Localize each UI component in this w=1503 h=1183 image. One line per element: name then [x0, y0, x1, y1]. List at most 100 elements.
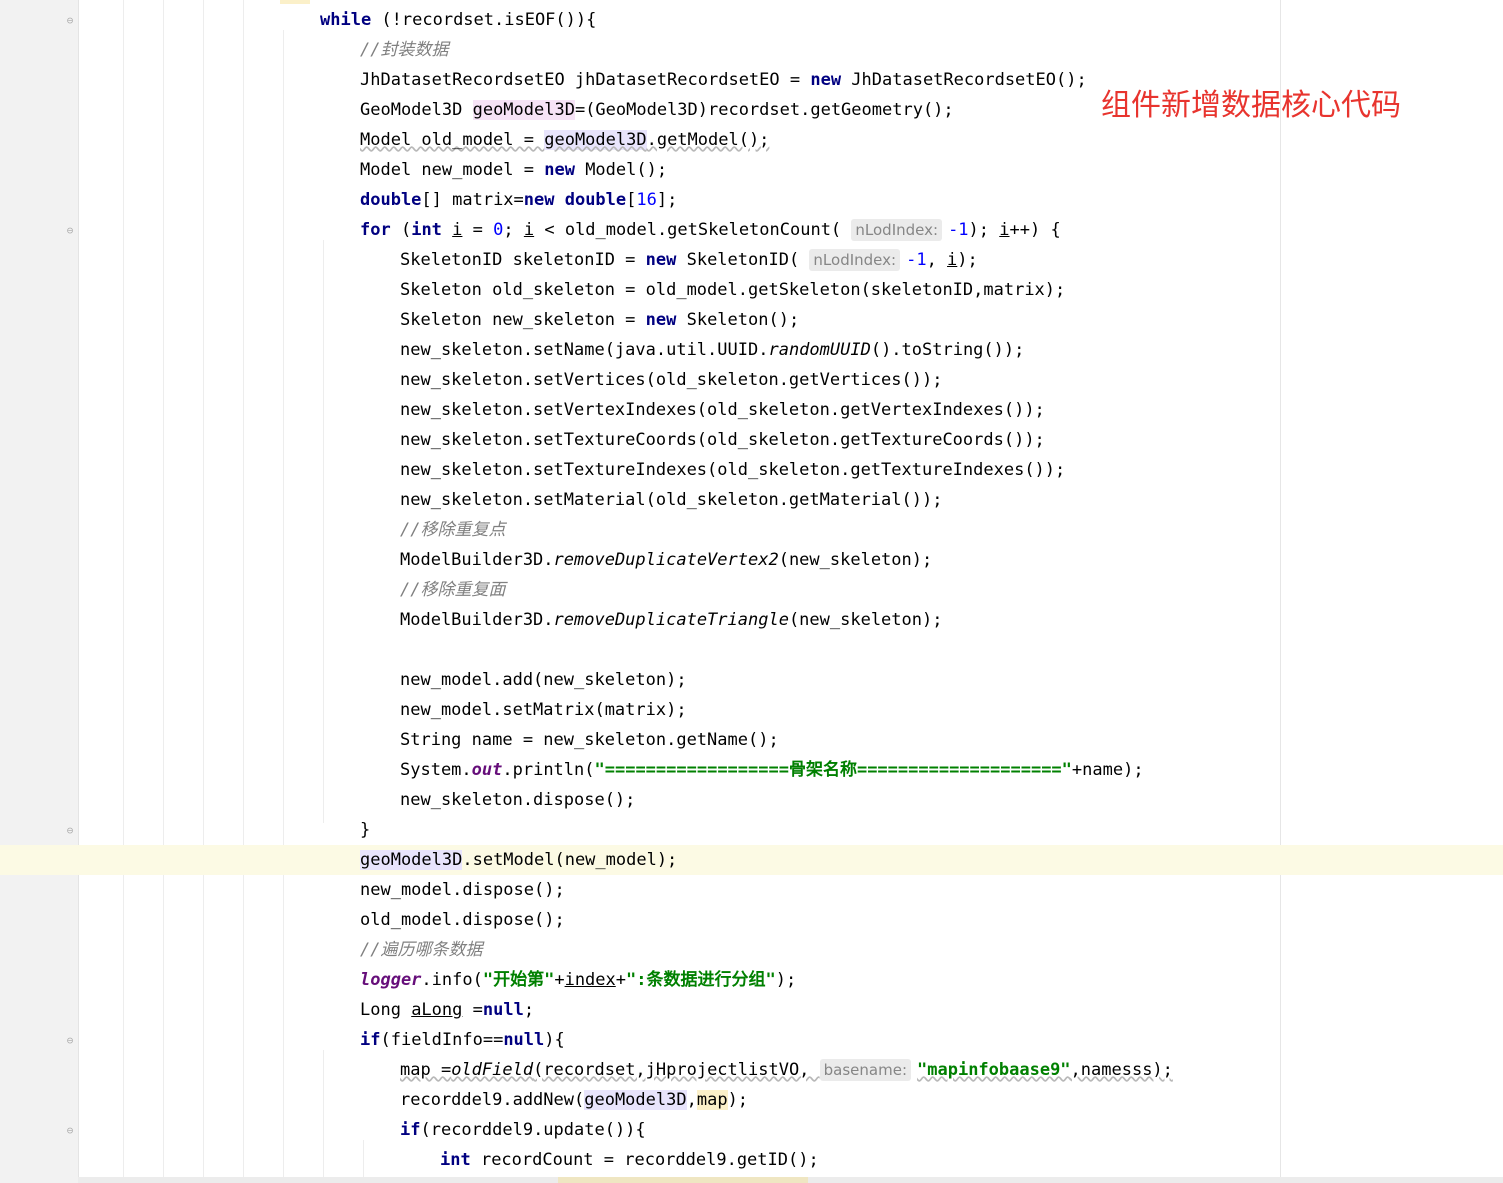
indent-guide	[123, 0, 124, 1183]
code-line[interactable]: //移除重复面	[400, 575, 505, 605]
code-token: );	[968, 220, 1000, 240]
code-token: =	[462, 220, 494, 240]
code-token: -1	[948, 220, 969, 240]
code-token: ,	[686, 1090, 697, 1110]
code-token: new	[810, 70, 842, 90]
indent-guide	[323, 1050, 324, 1183]
code-line[interactable]: ModelBuilder3D.removeDuplicateVertex2(ne…	[400, 545, 932, 575]
code-line[interactable]: new_model.add(new_skeleton);	[400, 665, 687, 695]
code-line[interactable]: //遍历哪条数据	[360, 935, 482, 965]
code-token: "==================骨架名称=================…	[594, 760, 1072, 780]
code-line[interactable]: GeoModel3D geoModel3D=(GeoModel3D)record…	[360, 95, 954, 125]
code-token: removeDuplicateTriangle	[553, 610, 789, 630]
code-token: +	[554, 970, 565, 990]
code-line[interactable]: double[] matrix=new double[16];	[360, 185, 677, 215]
code-line[interactable]: new_model.setMatrix(matrix);	[400, 695, 687, 725]
code-line[interactable]: while (!recordset.isEOF()){	[320, 5, 596, 35]
fold-icon[interactable]: ⊖	[64, 14, 76, 28]
code-line[interactable]: System.out.println("==================骨架…	[400, 755, 1144, 785]
code-line[interactable]: recorddel9.addNew(geoModel3D,map);	[400, 1085, 748, 1115]
code-line[interactable]: }	[360, 815, 370, 845]
code-line[interactable]: new_skeleton.setVertexIndexes(old_skelet…	[400, 395, 1045, 425]
code-line[interactable]: new_skeleton.setName(java.util.UUID.rand…	[400, 335, 1024, 365]
code-token: new_skeleton.setTextureCoords(old_skelet…	[400, 430, 1045, 450]
code-line[interactable]: new_skeleton.setTextureCoords(old_skelet…	[400, 425, 1045, 455]
code-line[interactable]: if(fieldInfo==null){	[360, 1025, 565, 1055]
code-token: int	[411, 220, 442, 240]
code-line[interactable]: Skeleton old_skeleton = old_model.getSke…	[400, 275, 1065, 305]
code-line[interactable]: old_model.dispose();	[360, 905, 565, 935]
indent-guide	[203, 0, 204, 1183]
code-line[interactable]: String name = new_skeleton.getName();	[400, 725, 779, 755]
code-token: new double	[523, 190, 627, 210]
code-token: ().toString());	[870, 340, 1025, 360]
fold-icon[interactable]: ⊖	[64, 1034, 76, 1048]
code-line[interactable]: Model new_model = new Model();	[360, 155, 667, 185]
indent-guide	[243, 0, 244, 1183]
code-line[interactable]: Skeleton new_skeleton = new Skeleton();	[400, 305, 799, 335]
code-line[interactable]: logger.info("开始第"+index+":条数据进行分组");	[360, 965, 796, 995]
code-token: JhDatasetRecordsetEO jhDatasetRecordsetE…	[360, 70, 811, 90]
code-token: geoModel3D	[544, 130, 647, 150]
code-line[interactable]: Long aLong =null;	[360, 995, 534, 1025]
code-line[interactable]: Model old_model = geoModel3D.getModel();	[360, 125, 769, 155]
code-line[interactable]: new_skeleton.setTextureIndexes(old_skele…	[400, 455, 1065, 485]
code-token: ){	[544, 1030, 565, 1050]
code-token: if	[360, 1030, 381, 1050]
code-line[interactable]: new_skeleton.setVertices(old_skeleton.ge…	[400, 365, 942, 395]
editor-gutter	[0, 0, 79, 1183]
code-token: ;	[523, 1000, 535, 1020]
annotation-label: 组件新增数据核心代码	[1101, 88, 1401, 123]
code-token: Skeleton new_skeleton =	[400, 310, 646, 330]
code-token: < old_model.getSkeletonCount(	[534, 220, 852, 240]
code-token: geoModel3D	[472, 100, 575, 120]
code-line[interactable]: geoModel3D.setModel(new_model);	[360, 845, 677, 875]
code-token: (fieldInfo==	[380, 1030, 504, 1050]
code-token: geoModel3D	[360, 850, 463, 870]
fold-icon[interactable]: ⊖	[64, 1124, 76, 1138]
code-token: ];	[656, 190, 678, 210]
code-token: Skeleton old_skeleton = old_model.getSke…	[400, 280, 1066, 300]
code-line[interactable]: for (int i = 0; i < old_model.getSkeleto…	[360, 215, 1061, 245]
code-token: .setModel(new_model);	[462, 850, 678, 870]
code-token: JhDatasetRecordsetEO();	[841, 70, 1087, 90]
code-token: //移除重复面	[400, 580, 506, 600]
code-token: "mapinfobaase9"	[917, 1060, 1071, 1080]
code-line[interactable]: new_model.dispose();	[360, 875, 565, 905]
code-line[interactable]: //封装数据	[360, 35, 448, 65]
code-line[interactable]: JhDatasetRecordsetEO jhDatasetRecordsetE…	[360, 65, 1087, 95]
code-token: new_skeleton.dispose();	[400, 790, 636, 810]
fold-icon[interactable]: ⊖	[64, 224, 76, 238]
fold-end-icon[interactable]: ⊖	[64, 824, 76, 838]
code-token: //封装数据	[360, 40, 449, 60]
code-line[interactable]: //移除重复点	[400, 515, 505, 545]
code-token: i	[999, 220, 1010, 240]
code-token: .getModel();	[646, 130, 770, 150]
code-token: 16	[636, 190, 657, 210]
code-token: =	[462, 1000, 483, 1020]
code-token: int	[440, 1150, 471, 1170]
code-token: ,	[926, 250, 948, 270]
code-token: Model old_model =	[360, 130, 545, 150]
code-line[interactable]: SkeletonID skeletonID = new SkeletonID( …	[400, 245, 978, 275]
code-line[interactable]: int recordCount = recorddel9.getID();	[440, 1145, 819, 1175]
code-token: i	[452, 220, 463, 240]
code-token: .info(	[421, 970, 483, 990]
code-token: null	[482, 1000, 524, 1020]
horizontal-scrollbar[interactable]	[78, 1177, 1503, 1183]
code-token: oldField	[451, 1060, 534, 1080]
code-line[interactable]: map =oldField(recordset,jHprojectlistVO,…	[400, 1055, 1173, 1085]
code-line[interactable]: new_skeleton.setMaterial(old_skeleton.ge…	[400, 485, 942, 515]
code-line[interactable]: if(recorddel9.update()){	[400, 1115, 646, 1145]
code-token: -1	[906, 250, 927, 270]
scrollbar-thumb[interactable]	[558, 1177, 808, 1183]
indent-guide	[283, 30, 284, 1183]
code-token: [	[626, 190, 637, 210]
code-token: +name);	[1071, 760, 1144, 780]
code-line[interactable]: new_skeleton.dispose();	[400, 785, 635, 815]
code-token: recorddel9.addNew(	[400, 1090, 585, 1110]
code-token: if	[400, 1120, 421, 1140]
code-line[interactable]: ModelBuilder3D.removeDuplicateTriangle(n…	[400, 605, 942, 635]
code-token: new_skeleton.setVertexIndexes(old_skelet…	[400, 400, 1045, 420]
code-token: String name = new_skeleton.getName();	[400, 730, 779, 750]
